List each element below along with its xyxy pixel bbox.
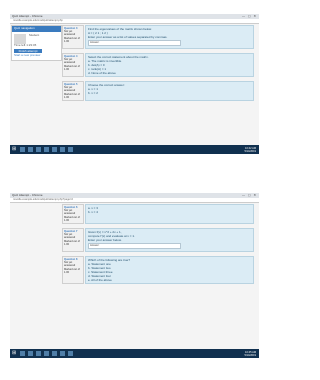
window-title-bar: Quiz Attempt - Chrome — ▢ ✕ [10,14,259,19]
question-marks: Marked out of 1.00 [64,215,80,222]
question-text: Which of the following are true? a. Stat… [85,256,254,285]
page-content: Quiz navigation Student Time left 1:23:4… [10,24,259,145]
folder-icon[interactable] [44,351,49,356]
answer-input[interactable]: Answer: [88,40,181,46]
question-marks: Marked out of 1.00 [64,64,80,71]
taskbar: ⊞ 10:42 AM 5/14/2019 [10,145,259,154]
question-text: a. x = 3 b. x = 4 [85,204,254,225]
question-list: Question 6 Not yet answered Marked out o… [62,204,254,288]
question-line: Enter your answer below. [88,238,122,243]
question-block: Question 6 Not yet answered Marked out o… [62,204,254,225]
question-marks: Marked out of 1.00 [64,267,80,274]
question-list: Question 3 Not yet answered Marked out o… [62,25,254,105]
question-marks: Marked out of 1.00 [64,239,80,246]
question-text: Choose the correct answer: a. x = 1 b. x… [85,81,254,102]
page-content: Question 6 Not yet answered Marked out o… [10,203,259,349]
question-marks: Marked out of 1.00 [64,36,80,43]
start-new-preview-link[interactable]: Start a new preview [14,54,59,58]
answer-option[interactable]: b. x = 2 [88,91,251,95]
taskbar-apps [20,351,73,356]
chrome-icon[interactable] [68,351,73,356]
question-text: Given f(x) = x^2 + 2x + 1, compute f'(x)… [85,228,254,253]
question-block: Question 7 Not yet answered Marked out o… [62,228,254,253]
store-icon[interactable] [52,351,57,356]
system-tray[interactable]: 10:45 AM 5/14/2019 [244,351,256,357]
quiz-navigation-panel: Quiz navigation Student Time left 1:23:4… [11,25,62,62]
window-title: Quiz Attempt - Chrome [12,193,43,197]
taskbar: ⊞ 10:45 AM 5/14/2019 [10,349,259,358]
question-text: Find the eigenvalues of the matrix shown… [85,25,254,49]
task-view-icon[interactable] [28,351,33,356]
question-info: Question 6 Not yet answered Marked out o… [62,204,84,225]
question-info: Question 3 Not yet answered Marked out o… [62,25,84,49]
browser-icon[interactable] [36,351,41,356]
question-info: Question 4 Not yet answered Marked out o… [62,53,84,77]
store-icon[interactable] [52,147,57,152]
task-view-icon[interactable] [28,147,33,152]
answer-option[interactable]: d. None of the above [88,71,251,75]
question-info: Question 7 Not yet answered Marked out o… [62,228,84,253]
window-controls[interactable]: — ▢ ✕ [242,193,257,198]
taskbar-apps [20,147,73,152]
question-line: Enter your answer as a list of values se… [88,35,168,39]
answer-input[interactable]: Answer: [88,243,181,250]
user-name: Student [28,32,40,37]
folder-icon[interactable] [44,147,49,152]
question-block: Question 5 Not yet answered Marked out o… [62,81,254,102]
question-block: Question 3 Not yet answered Marked out o… [62,25,254,49]
windows-start-icon[interactable]: ⊞ [12,351,17,356]
screenshot-2: Quiz Attempt - Chrome — ▢ ✕ moodle.examp… [10,193,259,358]
window-title-bar: Quiz Attempt - Chrome — ▢ ✕ [10,193,259,198]
screenshot-1: Quiz Attempt - Chrome — ▢ ✕ moodle.examp… [10,14,259,154]
browser-icon[interactable] [36,147,41,152]
answer-option[interactable]: e. All of the above [88,278,251,282]
search-icon[interactable] [20,351,25,356]
search-icon[interactable] [20,147,25,152]
tray-date: 5/14/2019 [244,353,256,357]
question-marks: Marked out of 1.00 [64,92,80,99]
mail-icon[interactable] [60,147,65,152]
question-block: Question 8 Not yet answered Marked out o… [62,256,254,285]
window-controls[interactable]: — ▢ ✕ [242,14,257,19]
time-left: Time left 1:23:45 [14,42,37,47]
question-block: Question 4 Not yet answered Marked out o… [62,53,254,77]
mail-icon[interactable] [60,351,65,356]
question-info: Question 8 Not yet answered Marked out o… [62,256,84,285]
window-title: Quiz Attempt - Chrome [12,14,43,18]
tray-date: 5/14/2019 [244,149,256,153]
windows-start-icon[interactable]: ⊞ [12,147,17,152]
question-info: Question 5 Not yet answered Marked out o… [62,81,84,102]
answer-option[interactable]: b. x = 4 [88,210,251,214]
system-tray[interactable]: 10:42 AM 5/14/2019 [244,147,256,153]
chrome-icon[interactable] [68,147,73,152]
question-text: Select the correct statement about the m… [85,53,254,77]
